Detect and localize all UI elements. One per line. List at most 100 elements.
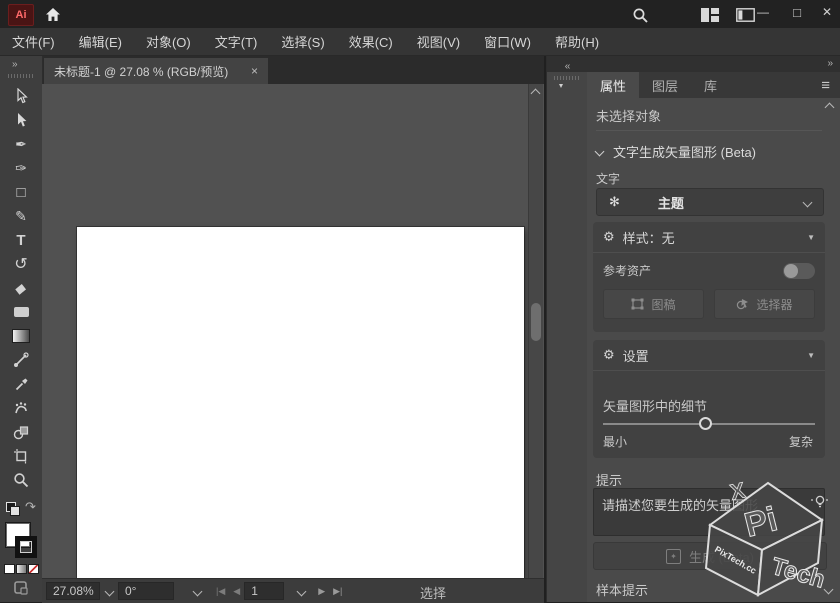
status-bar: 27.08% 0° |◀ ◀ ▶ ▶| 选择 (42, 578, 544, 603)
prompt-label: 提示 (596, 470, 622, 489)
subject-dropdown[interactable]: ✻ 主题 (596, 188, 824, 216)
speech-bubble-icon (14, 307, 29, 317)
canvas-vertical-scrollbar[interactable] (528, 84, 543, 578)
subject-value: 主题 (658, 193, 684, 212)
zoom-dropdown-icon[interactable] (100, 588, 118, 595)
menu-select[interactable]: 选择(S) (281, 32, 324, 51)
close-button[interactable]: ✕ (812, 0, 840, 24)
eyedropper-tool[interactable] (0, 372, 42, 396)
zoom-level-field[interactable]: 27.08% (46, 582, 100, 600)
comments-grip (554, 76, 580, 80)
search-icon[interactable] (628, 5, 652, 25)
artwork-icon (631, 298, 644, 310)
menu-view[interactable]: 视图(V) (417, 32, 460, 51)
settings-header[interactable]: ⚙ 设置 ▼ (593, 340, 825, 371)
last-artboard-icon[interactable]: ▶| (329, 586, 346, 597)
picker-icon (736, 298, 749, 310)
properties-dock: » 属性 图层 库 ≡ 未选择对象 文字生成矢量图形 (Beta) 文字 ✻ 主… (587, 56, 840, 602)
gradient-tool[interactable] (0, 324, 42, 348)
color-fill-button[interactable] (4, 564, 15, 574)
panel-scroll-up-icon[interactable] (825, 103, 835, 113)
width-tool[interactable] (0, 348, 42, 372)
swap-fill-stroke-icon[interactable]: ↷ (25, 499, 36, 515)
no-selection-label: 未选择对象 (596, 106, 661, 125)
prompt-textarea[interactable] (593, 488, 825, 536)
maximize-button[interactable]: □ (782, 0, 812, 24)
panel-scroll-down-icon[interactable] (824, 585, 834, 595)
style-section: ⚙ 样式：无 ▼ 参考资产 图稿 选择器 (593, 222, 825, 332)
chevron-down-icon (803, 197, 813, 207)
app-logo[interactable]: Ai (8, 4, 34, 26)
style-header[interactable]: ⚙ 样式：无 ▼ (593, 222, 825, 253)
canvas-area[interactable] (42, 84, 544, 578)
detail-slider-knob[interactable] (699, 417, 712, 430)
ref-assets-toggle[interactable] (783, 263, 815, 279)
rotation-field[interactable]: 0° (118, 582, 174, 600)
paintbrush-tool[interactable]: ✎ (0, 204, 42, 228)
next-artboard-icon[interactable]: ▶ (314, 586, 329, 597)
artboard-number-input[interactable] (244, 582, 284, 600)
draw-mode-button[interactable] (13, 580, 29, 601)
menu-type[interactable]: 文字(T) (215, 32, 258, 51)
curvature-tool[interactable]: ✑ (0, 156, 42, 180)
menu-object[interactable]: 对象(O) (146, 32, 191, 51)
menu-edit[interactable]: 编辑(E) (79, 32, 122, 51)
shape-builder-tool[interactable] (0, 420, 42, 444)
type-tool[interactable]: T (0, 228, 42, 252)
artboard-tool[interactable] (0, 444, 42, 468)
artwork-button[interactable]: 图稿 (603, 289, 704, 319)
tab-close-icon[interactable]: × (251, 64, 258, 78)
default-swatches-icon[interactable] (6, 502, 20, 514)
scrollbar-thumb[interactable] (531, 303, 541, 341)
scroll-up-icon[interactable] (531, 89, 541, 99)
comments-collapse-icon[interactable]: « (547, 56, 587, 72)
menu-file[interactable]: 文件(F) (12, 32, 55, 51)
gradient-fill-button[interactable] (16, 564, 27, 574)
panel-collapse-icon[interactable]: » (827, 58, 832, 69)
speech-bubble-tool[interactable] (0, 300, 42, 324)
flower-icon: ✻ (609, 194, 620, 210)
tab-libraries[interactable]: 库 (691, 72, 730, 98)
zoom-tool[interactable] (0, 468, 42, 492)
selection-tool[interactable] (0, 84, 42, 108)
stroke-color-swatch[interactable] (15, 536, 37, 558)
menu-effect[interactable]: 效果(C) (349, 32, 393, 51)
caret-down-icon[interactable]: ▼ (807, 233, 815, 242)
panel-menu-icon[interactable]: ≡ (821, 77, 830, 94)
lightbulb-icon[interactable] (810, 494, 830, 515)
tab-properties[interactable]: 属性 (587, 72, 639, 98)
arrange-documents-icon[interactable] (698, 7, 722, 23)
caret-down-icon[interactable]: ▼ (807, 351, 815, 360)
settings-section: ⚙ 设置 ▼ 矢量图形中的细节 最小 复杂 (593, 340, 825, 458)
artboard[interactable] (77, 227, 524, 578)
direct-selection-tool[interactable] (0, 108, 42, 132)
document-tab-strip: 未标题-1 @ 27.08 % (RGB/预览) × (42, 56, 544, 84)
prev-artboard-icon[interactable]: ◀ (229, 586, 244, 597)
toolbar-collapse-icon[interactable]: » (12, 59, 17, 70)
home-icon[interactable] (42, 4, 64, 24)
eraser-tool[interactable]: ◆ (0, 276, 45, 300)
tab-layers[interactable]: 图层 (639, 72, 691, 98)
minimize-button[interactable]: — (748, 0, 778, 24)
menu-window[interactable]: 窗口(W) (484, 32, 531, 51)
symbol-sprayer-tool[interactable] (0, 396, 42, 420)
pen-tool[interactable]: ✒ (0, 132, 42, 156)
rotation-dropdown-icon[interactable] (188, 588, 206, 595)
menu-help[interactable]: 帮助(H) (555, 32, 599, 51)
toolbar-grip[interactable] (8, 74, 34, 78)
t2v-section-header[interactable]: 文字生成矢量图形 (Beta) (596, 142, 756, 161)
panel-dock-header: » (587, 56, 840, 72)
rectangle-tool[interactable]: □ (0, 180, 42, 204)
document-tab[interactable]: 未标题-1 @ 27.08 % (RGB/预览) × (44, 58, 268, 84)
none-fill-button[interactable] (28, 564, 39, 574)
section-chevron-icon (595, 147, 605, 157)
first-artboard-icon[interactable]: |◀ (212, 586, 229, 597)
t2v-section-title: 文字生成矢量图形 (Beta) (613, 142, 756, 161)
rotate-tool[interactable]: ↺ (0, 252, 42, 276)
sample-prompts-label: 样本提示 (596, 580, 648, 599)
generate-icon: ✦ (666, 549, 681, 564)
picker-button[interactable]: 选择器 (714, 289, 815, 319)
generate-button[interactable]: ✦ 生成 (Beta) (593, 542, 827, 570)
gear-icon: ⚙ (603, 229, 615, 245)
artboard-dropdown-icon[interactable] (292, 588, 310, 595)
